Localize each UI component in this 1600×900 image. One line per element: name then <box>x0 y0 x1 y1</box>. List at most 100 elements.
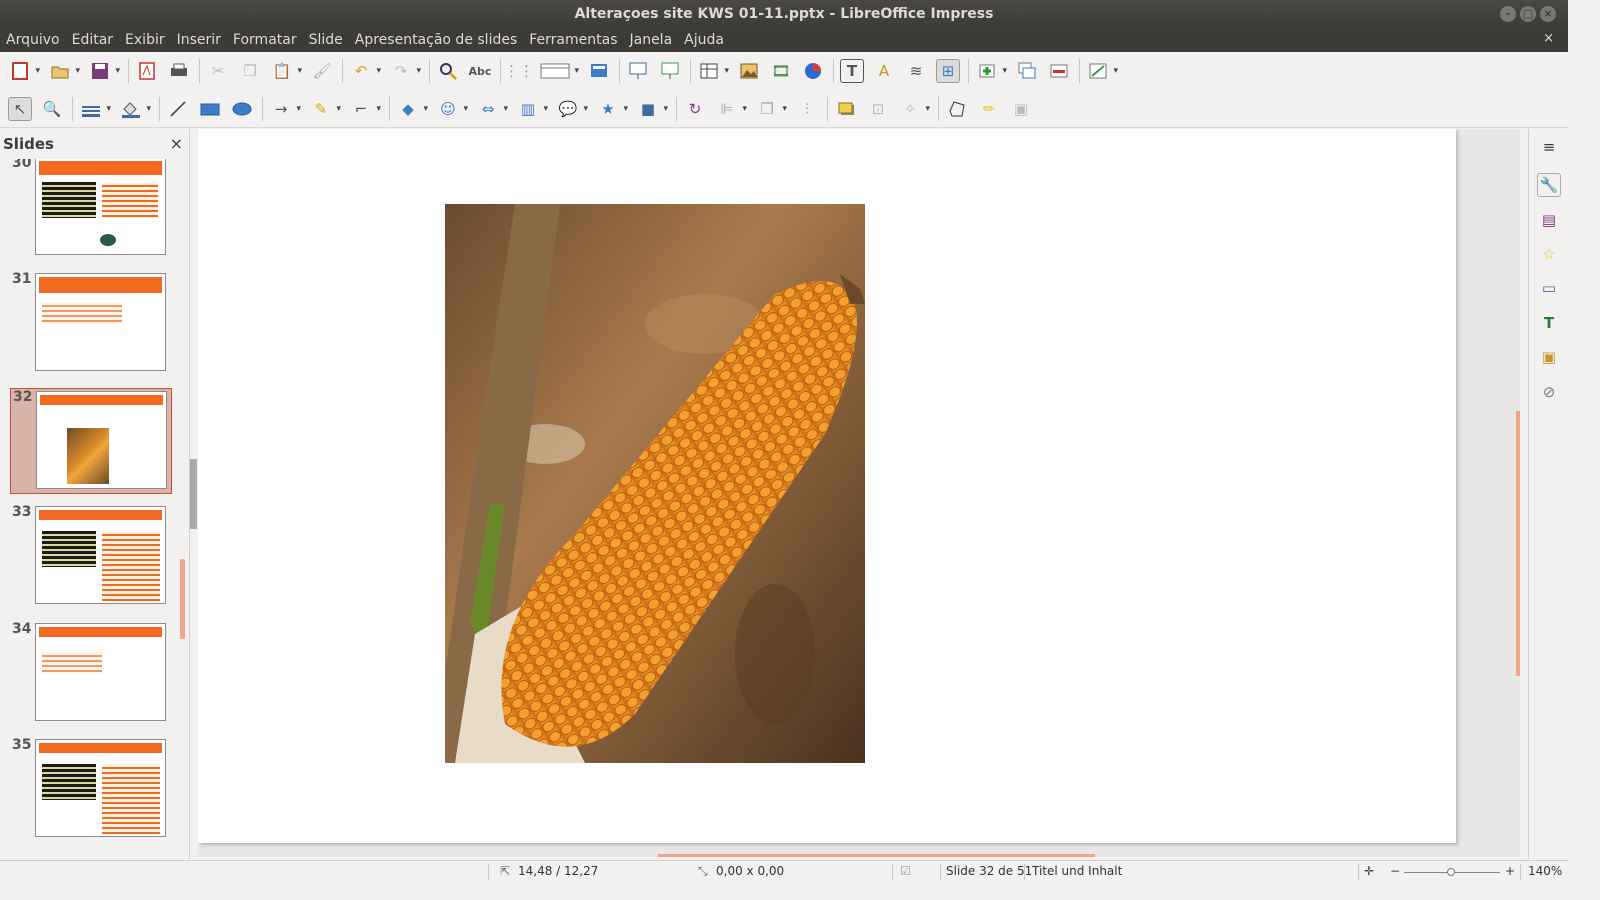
zoom-in-icon[interactable]: + <box>1505 864 1515 878</box>
find-replace-icon[interactable] <box>436 59 460 83</box>
symbol-shapes-icon[interactable]: ☺ <box>436 97 468 121</box>
export-pdf-icon[interactable] <box>135 59 159 83</box>
minimize-button[interactable]: – <box>1500 6 1516 22</box>
slide-page[interactable] <box>198 129 1456 843</box>
vertical-scrollbar[interactable] <box>1516 411 1520 676</box>
close-panel-icon[interactable]: × <box>170 134 183 153</box>
align-objects-icon[interactable]: ⊫ <box>715 97 747 121</box>
3d-objects-icon[interactable]: ■ <box>636 97 668 121</box>
new-slide-icon[interactable] <box>975 59 1007 83</box>
start-first-slide-icon[interactable] <box>626 59 650 83</box>
menu-arquivo[interactable]: Arquivo <box>6 32 60 48</box>
arrange-icon[interactable]: ❐ <box>755 97 787 121</box>
crop-icon[interactable]: ⊡ <box>866 97 890 121</box>
zoom-slider-handle[interactable] <box>1447 868 1455 876</box>
show-gluepoints-icon[interactable]: ⊞ <box>936 59 960 83</box>
callouts-icon[interactable]: 💬 <box>556 97 588 121</box>
navigator-icon[interactable]: ⊘ <box>1537 380 1561 404</box>
animation-star-icon[interactable]: ☆ <box>1537 242 1561 266</box>
stars-icon[interactable]: ★ <box>596 97 628 121</box>
toolbar-separator <box>72 96 73 121</box>
fill-color-icon[interactable] <box>119 97 151 121</box>
insert-fontwork-icon[interactable]: A <box>872 59 896 83</box>
menu-ferramentas[interactable]: Ferramentas <box>529 32 617 48</box>
line-arrow-icon[interactable]: → <box>269 97 301 121</box>
slide-transition-icon[interactable]: ▤ <box>1537 208 1561 232</box>
zoom-level[interactable]: 140% <box>1528 864 1562 878</box>
filter-icon[interactable]: ✧ <box>898 97 930 121</box>
horizontal-scrollbar[interactable] <box>658 854 1095 857</box>
connector-icon[interactable]: ⌐ <box>349 97 381 121</box>
paste-icon[interactable]: 📋 <box>270 59 302 83</box>
master-slides-icon[interactable]: ▭ <box>1537 276 1561 300</box>
shadow-icon[interactable] <box>834 97 858 121</box>
slide-thumbnail-34[interactable]: 34 <box>10 621 172 727</box>
slides-scrollbar[interactable] <box>180 559 185 639</box>
rectangle-icon[interactable] <box>198 97 222 121</box>
menu-exibir[interactable]: Exibir <box>125 32 165 48</box>
slide-thumbnail-31[interactable]: 31 <box>10 271 172 377</box>
menu-apresentacao[interactable]: Apresentação de slides <box>355 32 517 48</box>
delete-slide-icon[interactable] <box>1047 59 1071 83</box>
menu-editar[interactable]: Editar <box>72 32 113 48</box>
toggle-extrusion-icon[interactable]: ≋ <box>904 59 928 83</box>
slide-thumbnail-30[interactable]: 30 <box>10 159 172 261</box>
cut-icon[interactable]: ✂ <box>206 59 230 83</box>
insert-chart-icon[interactable] <box>801 59 825 83</box>
distribute-icon[interactable]: ⫶ <box>795 97 819 121</box>
display-grid-icon[interactable]: ⋮⋮ <box>504 59 534 83</box>
gallery-icon[interactable]: ▣ <box>1537 345 1561 369</box>
new-document-icon[interactable] <box>8 59 40 83</box>
collapse-slides-panel-handle[interactable] <box>190 459 197 529</box>
fit-slide-icon[interactable]: ✛ <box>1364 864 1374 878</box>
slide-thumbnail-32[interactable]: 32 <box>10 388 172 494</box>
rotate-icon[interactable]: ↻ <box>683 97 707 121</box>
insert-media-icon[interactable]: 🎞 <box>769 59 793 83</box>
print-icon[interactable] <box>167 59 191 83</box>
gluepoints-icon[interactable]: ✏ <box>977 97 1001 121</box>
duplicate-slide-icon[interactable] <box>1015 59 1039 83</box>
flowchart-icon[interactable]: ▥ <box>516 97 548 121</box>
block-arrows-icon[interactable]: ⇔ <box>476 97 508 121</box>
open-folder-icon[interactable] <box>48 59 80 83</box>
corn-image[interactable] <box>445 204 865 763</box>
slide-header-bar <box>39 277 162 293</box>
menu-slide[interactable]: Slide <box>309 32 343 48</box>
zoom-pan-icon[interactable]: 🔍 <box>40 97 64 121</box>
spelling-icon[interactable]: Abc <box>468 59 492 83</box>
menu-ajuda[interactable]: Ajuda <box>684 32 724 48</box>
close-window-button[interactable]: × <box>1540 6 1556 22</box>
sidebar-menu-icon[interactable]: ≡ <box>1537 135 1561 159</box>
document-modified-icon[interactable]: ☑ <box>900 864 911 878</box>
slide-thumbnail-35[interactable]: 35 <box>10 737 172 843</box>
copy-icon[interactable]: ❐ <box>238 59 262 83</box>
clone-formatting-icon[interactable]: 🖌 <box>310 59 334 83</box>
zoom-out-icon[interactable]: − <box>1390 864 1400 878</box>
menu-formatar[interactable]: Formatar <box>233 32 297 48</box>
maximize-button[interactable]: □ <box>1520 6 1536 22</box>
close-document-icon[interactable]: × <box>1543 31 1554 46</box>
styles-icon[interactable]: T <box>1537 311 1561 335</box>
basic-shapes-icon[interactable]: ◆ <box>396 97 428 121</box>
redo-icon[interactable]: ↷ <box>389 59 421 83</box>
ellipse-icon[interactable] <box>230 97 254 121</box>
line-color-icon[interactable] <box>79 97 111 121</box>
line-icon[interactable] <box>166 97 190 121</box>
menu-inserir[interactable]: Inserir <box>177 32 221 48</box>
insert-image-icon[interactable] <box>737 59 761 83</box>
save-icon[interactable] <box>88 59 120 83</box>
display-views-icon[interactable] <box>539 59 579 83</box>
menu-janela[interactable]: Janela <box>629 32 672 48</box>
slide-layout-icon[interactable] <box>1086 59 1118 83</box>
start-current-slide-icon[interactable] <box>658 59 682 83</box>
master-slide-icon[interactable] <box>587 59 611 83</box>
select-arrow-icon[interactable]: ↖ <box>8 96 32 121</box>
insert-text-box-icon[interactable]: T <box>840 59 864 83</box>
slide-thumbnail-33[interactable]: 33 <box>10 504 172 610</box>
undo-icon[interactable]: ↶ <box>349 59 381 83</box>
points-icon[interactable] <box>945 97 969 121</box>
insert-table-icon[interactable] <box>697 59 729 83</box>
properties-wrench-icon[interactable]: 🔧 <box>1537 173 1561 197</box>
curve-icon[interactable]: ✎ <box>309 97 341 121</box>
toggle-extrusion-icon-2[interactable]: ▣ <box>1009 97 1033 121</box>
